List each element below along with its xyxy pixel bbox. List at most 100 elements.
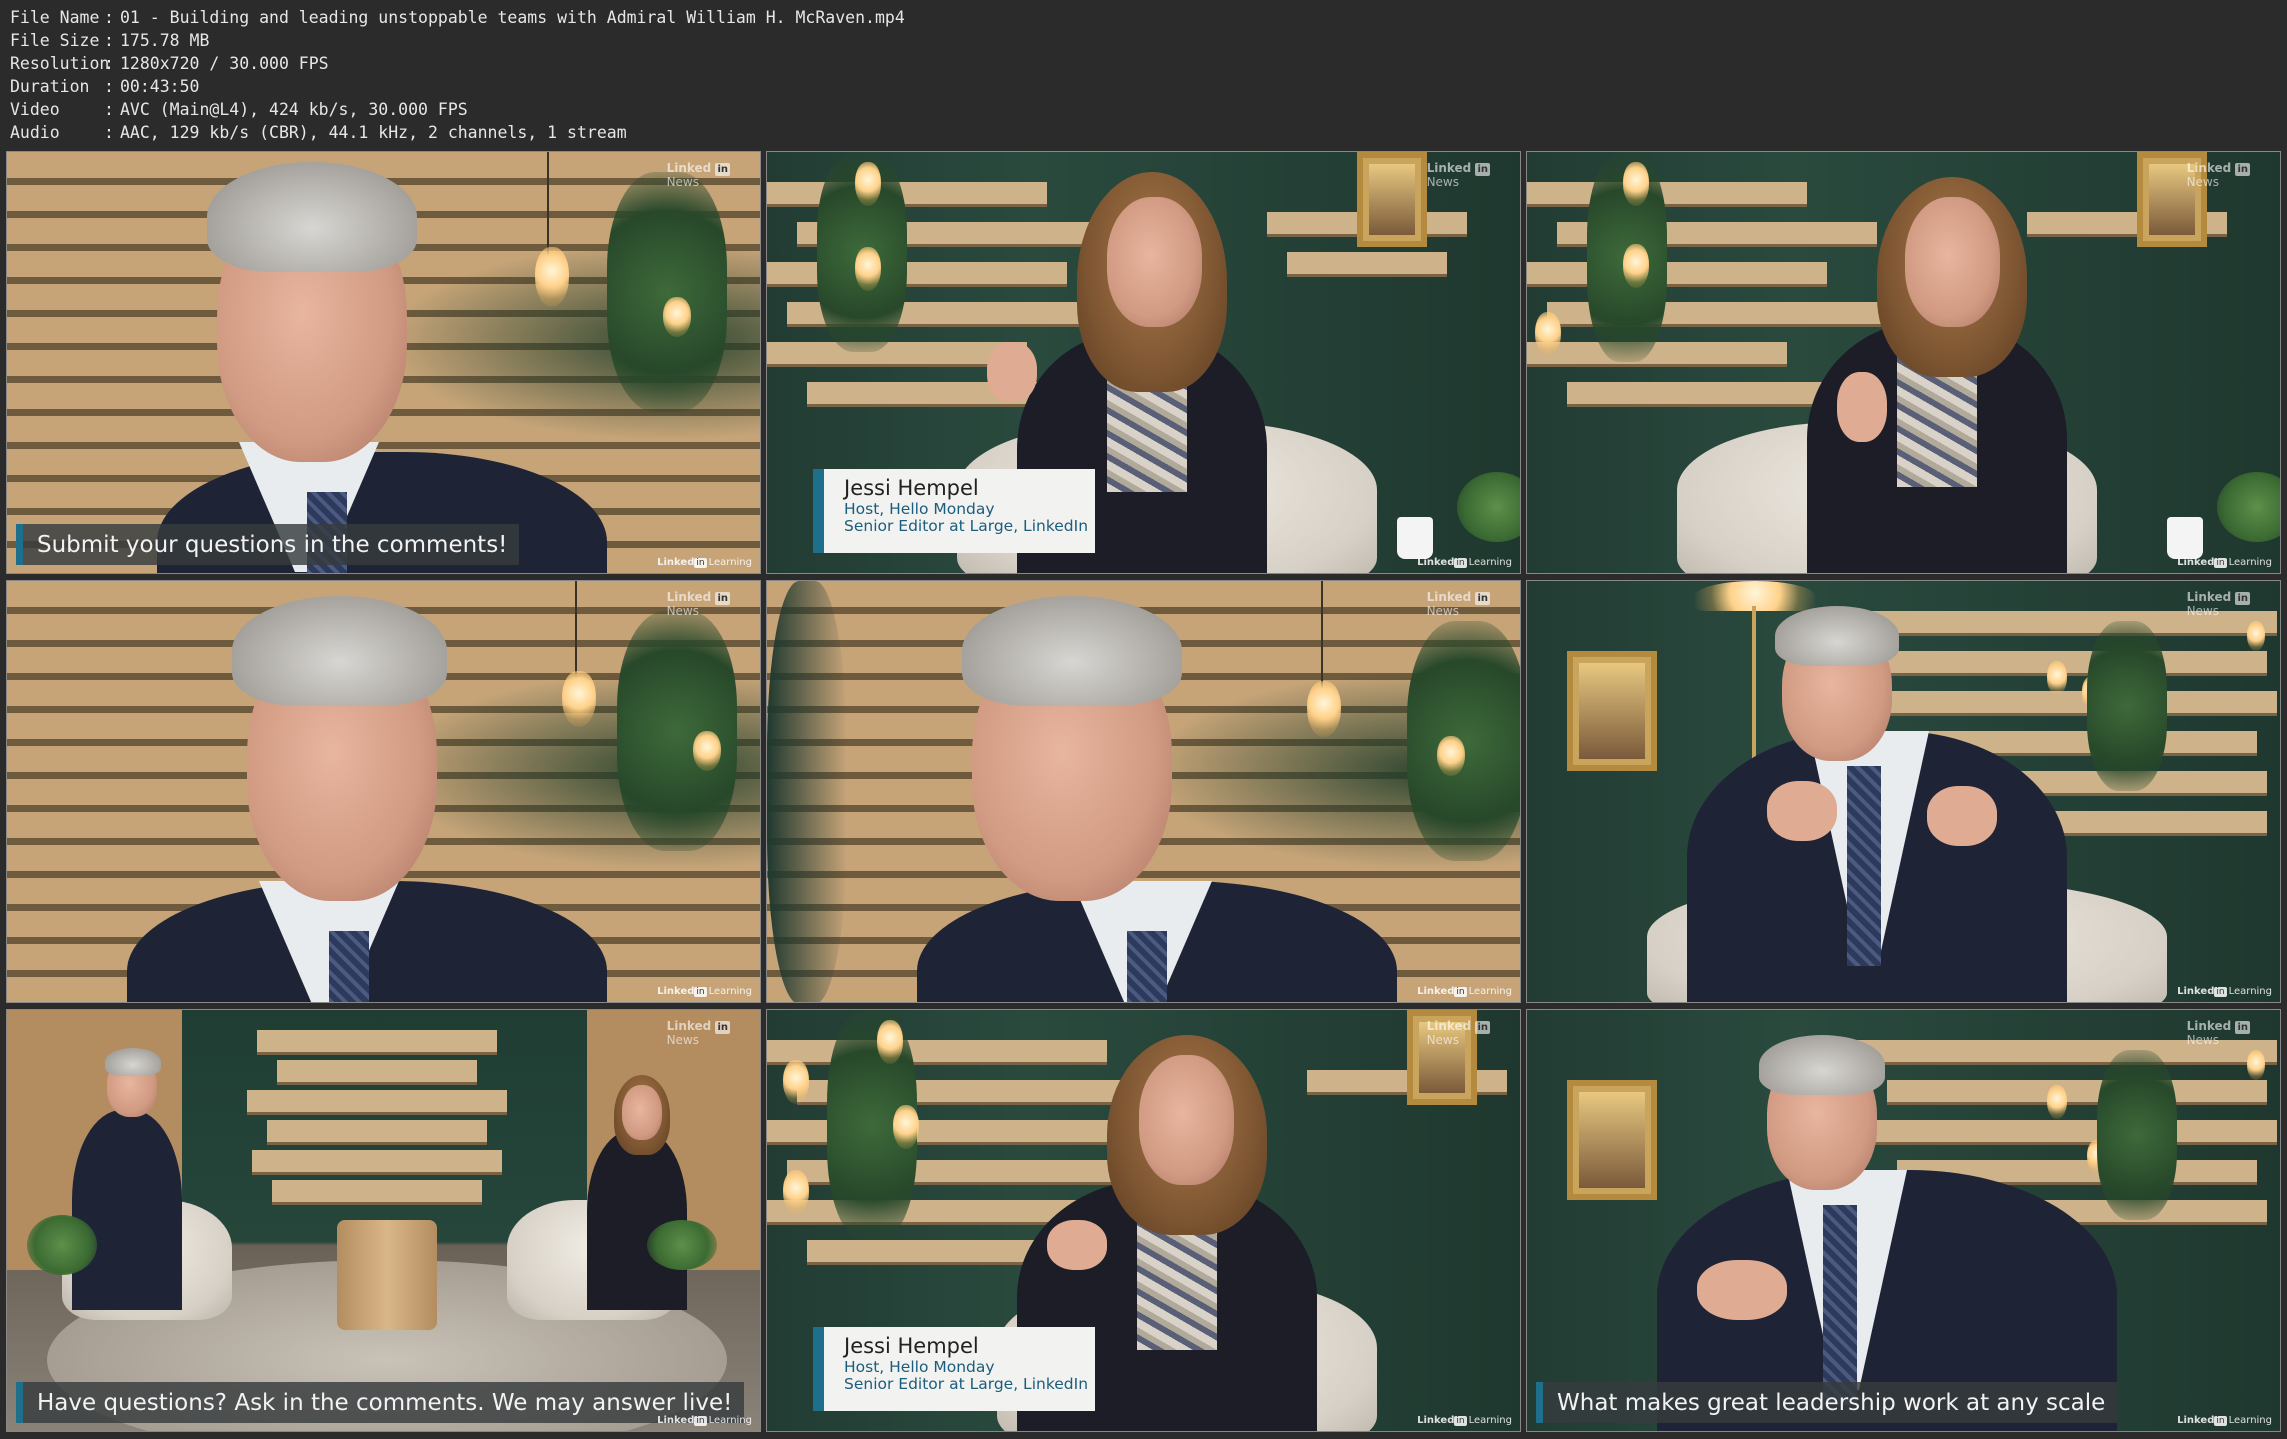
logo-product: Learning <box>1468 986 1512 997</box>
caption-banner: Submit your questions in the comments! <box>16 524 520 565</box>
light-bulb <box>535 247 569 307</box>
lamp-wire <box>575 581 577 681</box>
wall-shadow <box>767 581 847 1002</box>
coffee-mug <box>1397 517 1433 559</box>
light-bulb <box>2247 621 2265 651</box>
linkedin-news-logo: Linked in News <box>1427 1020 1490 1047</box>
light-bulb <box>1623 162 1649 206</box>
in-icon: in <box>715 592 730 605</box>
in-icon: in <box>715 163 730 176</box>
logo-product: Learning <box>2228 1415 2272 1426</box>
thumbnail-frame-2[interactable]: Linked in News Jessi Hempel Host, Hello M… <box>766 151 1521 574</box>
logo-text: Linked <box>666 161 712 175</box>
plant-decor <box>1457 472 1520 542</box>
thumbnail-frame-6[interactable]: Linked in News Linked in Learning <box>1526 580 2281 1003</box>
info-row-file-size: File Size:175.78 MB <box>10 31 210 50</box>
light-bulb <box>855 162 881 206</box>
plant-decor <box>647 1220 717 1270</box>
hand <box>1837 372 1887 442</box>
caption-banner: What makes great leadership work at any … <box>1536 1382 2118 1423</box>
plant-decor <box>2097 1050 2177 1220</box>
logo-sub: News <box>2186 1033 2219 1047</box>
file-name-value: 01 - Building and leading unstoppable te… <box>120 8 905 27</box>
linkedin-learning-logo: Linked in Learning <box>657 557 752 568</box>
thumbnail-frame-1[interactable]: Linked in News Submit your questions in t… <box>6 151 761 574</box>
head <box>622 1085 662 1140</box>
logo-sub: News <box>2186 604 2219 618</box>
name-lower-third: Jessi Hempel Host, Hello Monday Senior E… <box>813 469 1095 553</box>
tie <box>1127 931 1167 1002</box>
linkedin-news-logo: Linked in News <box>2187 162 2250 189</box>
linkedin-learning-logo: Linked in Learning <box>657 986 752 997</box>
in-icon: in <box>2235 1021 2250 1034</box>
linkedin-news-logo: Linked in News <box>667 1020 730 1047</box>
thumbnail-frame-3[interactable]: Linked in News Linked in Learning <box>1526 151 2281 574</box>
in-icon: in <box>2214 558 2227 568</box>
plant-decor <box>1407 621 1520 861</box>
linkedin-learning-logo: Linked in Learning <box>1417 557 1512 568</box>
logo-text: Linked <box>2186 1019 2232 1033</box>
linkedin-learning-logo: Linked in Learning <box>1417 986 1512 997</box>
thumbnail-frame-7[interactable]: Linked in News Have questions? Ask in the… <box>6 1009 761 1432</box>
in-icon: in <box>2214 1416 2227 1426</box>
duration-value: 00:43:50 <box>120 77 200 96</box>
logo-product: Learning <box>1468 1415 1512 1426</box>
light-bulb <box>1623 244 1649 288</box>
in-icon: in <box>2235 592 2250 605</box>
hand <box>987 342 1037 402</box>
logo-text: Linked <box>1426 161 1472 175</box>
head <box>1139 1055 1234 1185</box>
linkedin-news-logo: Linked in News <box>2187 591 2250 618</box>
logo-text: Linked <box>1417 986 1455 997</box>
hair <box>1759 1035 1885 1095</box>
head <box>1107 197 1202 327</box>
tie <box>329 931 369 1002</box>
light-bulb <box>1535 312 1561 356</box>
name-lower-third: Jessi Hempel Host, Hello Monday Senior E… <box>813 1327 1095 1411</box>
hand <box>1697 1260 1787 1320</box>
info-row-audio: Audio: AAC, 129 kb/s (CBR), 44.1 kHz, 2 c… <box>10 123 627 142</box>
lower-third-name: Jessi Hempel <box>844 476 979 500</box>
logo-product: Learning <box>708 1415 752 1426</box>
in-icon: in <box>1454 987 1467 997</box>
logo-sub: News <box>2186 175 2219 189</box>
side-table <box>337 1220 437 1330</box>
logo-product: Learning <box>708 986 752 997</box>
thumbnail-frame-9[interactable]: Linked in News What makes great leadershi… <box>1526 1009 2281 1432</box>
light-bulb <box>2047 661 2067 695</box>
coffee-mug <box>2167 517 2203 559</box>
lower-third-role-2: Senior Editor at Large, LinkedIn <box>844 1375 1089 1393</box>
in-icon: in <box>2235 163 2250 176</box>
logo-product: Learning <box>2228 986 2272 997</box>
linkedin-news-logo: Linked in News <box>2187 1020 2250 1047</box>
caption-banner: Have questions? Ask in the comments. We … <box>16 1382 745 1423</box>
info-row-resolution: Resolution: 1280x720 / 30.000 FPS <box>10 54 329 73</box>
light-bulb <box>783 1170 809 1214</box>
in-icon: in <box>2214 987 2227 997</box>
wall-picture <box>1567 1080 1657 1200</box>
in-icon: in <box>694 987 707 997</box>
in-icon: in <box>715 1021 730 1034</box>
plant-decor <box>2217 472 2280 542</box>
linkedin-learning-logo: Linked in Learning <box>2177 1415 2272 1426</box>
logo-text: Linked <box>2186 590 2232 604</box>
info-row-duration: Duration:00:43:50 <box>10 77 200 96</box>
linkedin-learning-logo: Linked in Learning <box>2177 986 2272 997</box>
linkedin-learning-logo: Linked in Learning <box>657 1415 752 1426</box>
thumbnail-frame-8[interactable]: Linked in News Jessi Hempel Host, Hello M… <box>766 1009 1521 1432</box>
logo-sub: News <box>1426 175 1459 189</box>
logo-text: Linked <box>1417 1415 1455 1426</box>
linkedin-news-logo: Linked in News <box>1427 591 1490 618</box>
video-codec-value: AVC (Main@L4), 424 kb/s, 30.000 FPS <box>120 100 468 119</box>
lower-third-name: Jessi Hempel <box>844 1334 979 1358</box>
light-bulb <box>1437 736 1465 776</box>
thumbnail-frame-4[interactable]: Linked in News Linked in Learning <box>6 580 761 1003</box>
suit <box>72 1110 182 1310</box>
lamp-wire <box>547 152 549 262</box>
thumbnail-frame-5[interactable]: Linked in News Linked in Learning <box>766 580 1521 1003</box>
logo-text: Linked <box>657 557 695 568</box>
logo-text: Linked <box>657 986 695 997</box>
logo-sub: News <box>666 604 699 618</box>
logo-text: Linked <box>2177 986 2215 997</box>
lower-third-role-1: Host, Hello Monday <box>844 500 995 518</box>
